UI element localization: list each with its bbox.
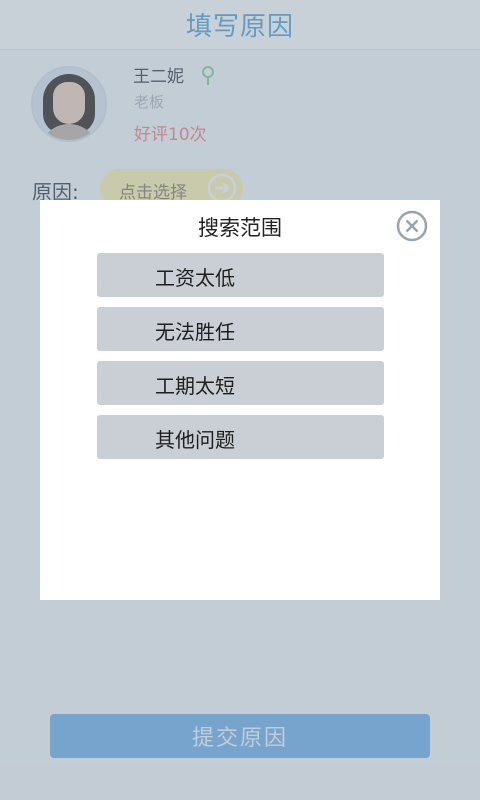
option-other[interactable]: 其他问题: [97, 415, 384, 459]
option-label: 工期太短: [155, 374, 235, 398]
option-label: 无法胜任: [155, 320, 235, 344]
reason-dialog: 搜索范围 工资太低 无法胜任 工期太短 其他问题: [40, 200, 440, 600]
close-icon[interactable]: [396, 210, 428, 242]
option-low-wage[interactable]: 工资太低: [97, 253, 384, 297]
option-cannot-handle[interactable]: 无法胜任: [97, 307, 384, 351]
option-label: 其他问题: [155, 428, 235, 452]
option-short-duration[interactable]: 工期太短: [97, 361, 384, 405]
dialog-title: 搜索范围: [198, 216, 282, 240]
option-label: 工资太低: [155, 266, 235, 290]
